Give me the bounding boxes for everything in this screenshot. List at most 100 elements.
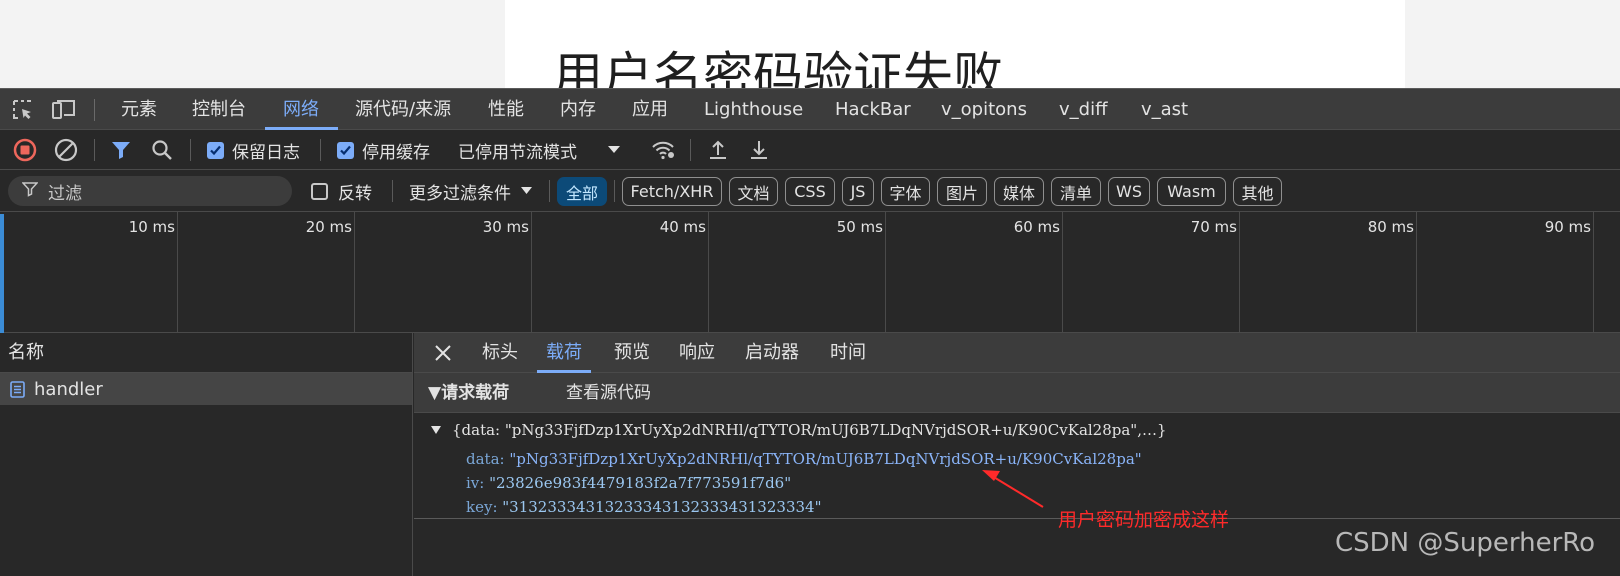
more-filters-dropdown[interactable]: 更多过滤条件: [409, 170, 533, 212]
payload-value: "31323334313233343132333431323334": [502, 498, 822, 516]
payload-colon: :: [479, 474, 490, 492]
payload-colon: :: [492, 498, 503, 516]
throttling-select[interactable]: 已停用节流模式: [458, 130, 621, 170]
timeline-tick-label: 80 ms: [1367, 218, 1414, 236]
tab-hackbar[interactable]: HackBar: [835, 89, 911, 130]
view-source-link[interactable]: 查看源代码: [566, 373, 651, 413]
device-toolbar-icon[interactable]: [50, 96, 78, 124]
tab-preview[interactable]: 预览: [614, 333, 650, 373]
tab-lighthouse[interactable]: Lighthouse: [704, 89, 803, 130]
filter-chip-ws[interactable]: WS: [1108, 177, 1150, 206]
request-row-handler[interactable]: handler: [0, 373, 413, 405]
payload-field-key[interactable]: key: "31323334313233343132333431323334": [466, 498, 821, 516]
filter-chip-doc[interactable]: 文档: [729, 177, 778, 206]
timeline-tick-label: 70 ms: [1190, 218, 1237, 236]
tab-elements[interactable]: 元素: [121, 89, 157, 130]
timeline-tick-label: 10 ms: [128, 218, 175, 236]
annotation-text: 用户密码加密成这样: [1058, 509, 1230, 531]
timeline-tick-label: 30 ms: [482, 218, 529, 236]
filter-chip-js[interactable]: JS: [842, 177, 874, 206]
payload-value: "pNg33FjfDzp1XrUyXp2dNRHl/qTYTOR/mUJ6B7L…: [509, 450, 1142, 468]
tab-headers[interactable]: 标头: [482, 333, 518, 373]
network-toolbar: 保留日志 停用缓存 已停用节流模式: [0, 130, 1620, 170]
filter-funnel-icon[interactable]: [109, 130, 133, 170]
payload-summary: {data: "pNg33FjfDzp1XrUyXp2dNRHl/qTYTOR/…: [452, 421, 1167, 439]
timeline-tick-label: 90 ms: [1544, 218, 1591, 236]
payload-key: key: [466, 498, 493, 516]
import-har-icon[interactable]: [706, 130, 730, 170]
tab-payload[interactable]: 载荷: [546, 333, 582, 373]
watermark: CSDN @SuperherRo: [1335, 528, 1596, 558]
toolbar-separator: [94, 139, 95, 161]
export-har-icon[interactable]: [747, 130, 771, 170]
timeline-overview[interactable]: 10 ms 20 ms 30 ms 40 ms 50 ms 60 ms 70 m…: [0, 212, 1620, 333]
filter-separator: [392, 180, 393, 202]
filter-chip-wasm[interactable]: Wasm: [1157, 177, 1226, 206]
payload-field-data[interactable]: data: "pNg33FjfDzp1XrUyXp2dNRHl/qTYTOR/m…: [466, 450, 1142, 468]
devtools-tabbar: 元素 控制台 网络 源代码/来源 性能 内存 应用 Lighthouse Hac…: [0, 88, 1620, 130]
tab-network[interactable]: 网络: [283, 89, 319, 130]
timeline-tick-label: 20 ms: [305, 218, 352, 236]
payload-key: iv: [466, 474, 480, 492]
checkbox-unchecked-icon: [311, 182, 328, 200]
inspect-element-icon[interactable]: [9, 96, 37, 124]
chevron-down-icon: [607, 140, 621, 160]
filter-chip-fetch-xhr[interactable]: Fetch/XHR: [622, 177, 722, 206]
tab-performance[interactable]: 性能: [488, 89, 524, 130]
page-area: 用户名密码验证失败: [0, 0, 1620, 88]
clear-icon[interactable]: [53, 130, 79, 170]
tab-console[interactable]: 控制台: [192, 89, 246, 130]
filter-icon: [21, 181, 39, 202]
tabbar-separator: [94, 99, 95, 121]
filter-chip-img[interactable]: 图片: [937, 177, 987, 206]
filter-chip-all[interactable]: 全部: [557, 177, 607, 206]
filter-chip-css[interactable]: CSS: [785, 177, 835, 206]
request-payload-header[interactable]: ▼请求载荷 查看源代码: [414, 373, 1620, 413]
invert-label: 反转: [338, 183, 372, 204]
payload-field-iv[interactable]: iv: "23826e983f4479183f2a7f773591f7d6": [466, 474, 791, 492]
payload-value: "23826e983f4479183f2a7f773591f7d6": [489, 474, 792, 492]
tab-application[interactable]: 应用: [632, 89, 668, 130]
network-conditions-icon[interactable]: [650, 130, 676, 170]
throttling-value: 已停用节流模式: [458, 142, 577, 163]
expand-triangle-icon[interactable]: [430, 421, 452, 439]
preserve-log-checkbox[interactable]: 保留日志: [207, 130, 300, 170]
name-column-header[interactable]: 名称: [0, 333, 413, 373]
checkbox-checked-icon: [337, 141, 354, 159]
invert-checkbox[interactable]: 反转: [311, 170, 372, 212]
request-detail-tabs: 标头 载荷 预览 响应 启动器 时间: [414, 333, 1620, 373]
search-icon[interactable]: [150, 130, 174, 170]
payload-summary-row[interactable]: {data: "pNg33FjfDzp1XrUyXp2dNRHl/qTYTOR/…: [430, 421, 1167, 439]
devtools-panel: 元素 控制台 网络 源代码/来源 性能 内存 应用 Lighthouse Hac…: [0, 88, 1620, 576]
filter-placeholder: 过滤: [48, 183, 82, 204]
request-payload-title[interactable]: ▼请求载荷: [428, 373, 509, 413]
filter-separator: [614, 180, 615, 202]
payload-key: data: [466, 450, 500, 468]
timeline-tick-label: 50 ms: [836, 218, 883, 236]
filter-chip-manifest[interactable]: 清单: [1051, 177, 1101, 206]
record-stop-icon[interactable]: [12, 130, 38, 170]
tab-timing[interactable]: 时间: [830, 333, 866, 373]
tab-response[interactable]: 响应: [679, 333, 715, 373]
document-icon: [10, 380, 25, 398]
chevron-down-icon: [520, 181, 533, 201]
toolbar-separator: [690, 139, 691, 161]
payload-colon: :: [499, 450, 510, 468]
filter-separator: [549, 180, 550, 202]
tab-sources[interactable]: 源代码/来源: [355, 89, 451, 130]
page-heading: 用户名密码验证失败: [553, 47, 1003, 88]
tab-initiator[interactable]: 启动器: [745, 333, 799, 373]
filter-chip-font[interactable]: 字体: [881, 177, 930, 206]
disable-cache-checkbox[interactable]: 停用缓存: [337, 130, 430, 170]
request-name: handler: [34, 378, 103, 400]
tab-v-diff[interactable]: v_diff: [1059, 89, 1107, 130]
filter-bar: 过滤 反转 更多过滤条件 全部 Fetch/XHR 文档 CSS JS 字体 图…: [0, 170, 1620, 212]
filter-chip-media[interactable]: 媒体: [994, 177, 1044, 206]
payload-tree: {data: "pNg33FjfDzp1XrUyXp2dNRHl/qTYTOR/…: [414, 413, 1620, 519]
filter-input[interactable]: 过滤: [8, 176, 292, 206]
close-icon[interactable]: [434, 333, 452, 373]
tab-v-opitons[interactable]: v_opitons: [941, 89, 1027, 130]
filter-chip-other[interactable]: 其他: [1233, 177, 1282, 206]
tab-v-ast[interactable]: v_ast: [1141, 89, 1188, 130]
tab-memory[interactable]: 内存: [560, 89, 596, 130]
